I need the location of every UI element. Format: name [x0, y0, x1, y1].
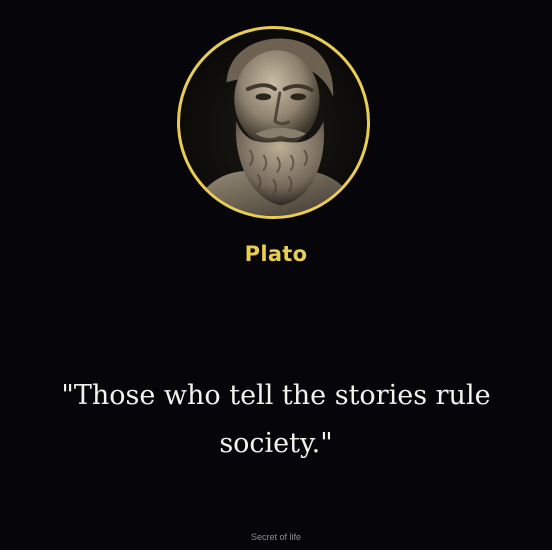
author-portrait	[177, 26, 370, 219]
quote-card: Plato "Those who tell the stories rule s…	[0, 0, 552, 550]
quote-text: "Those who tell the stories rule society…	[61, 380, 491, 459]
footer-caption: Secret of life	[250, 532, 302, 542]
bust-portrait-icon	[189, 38, 363, 216]
author-name: Plato	[244, 242, 308, 266]
